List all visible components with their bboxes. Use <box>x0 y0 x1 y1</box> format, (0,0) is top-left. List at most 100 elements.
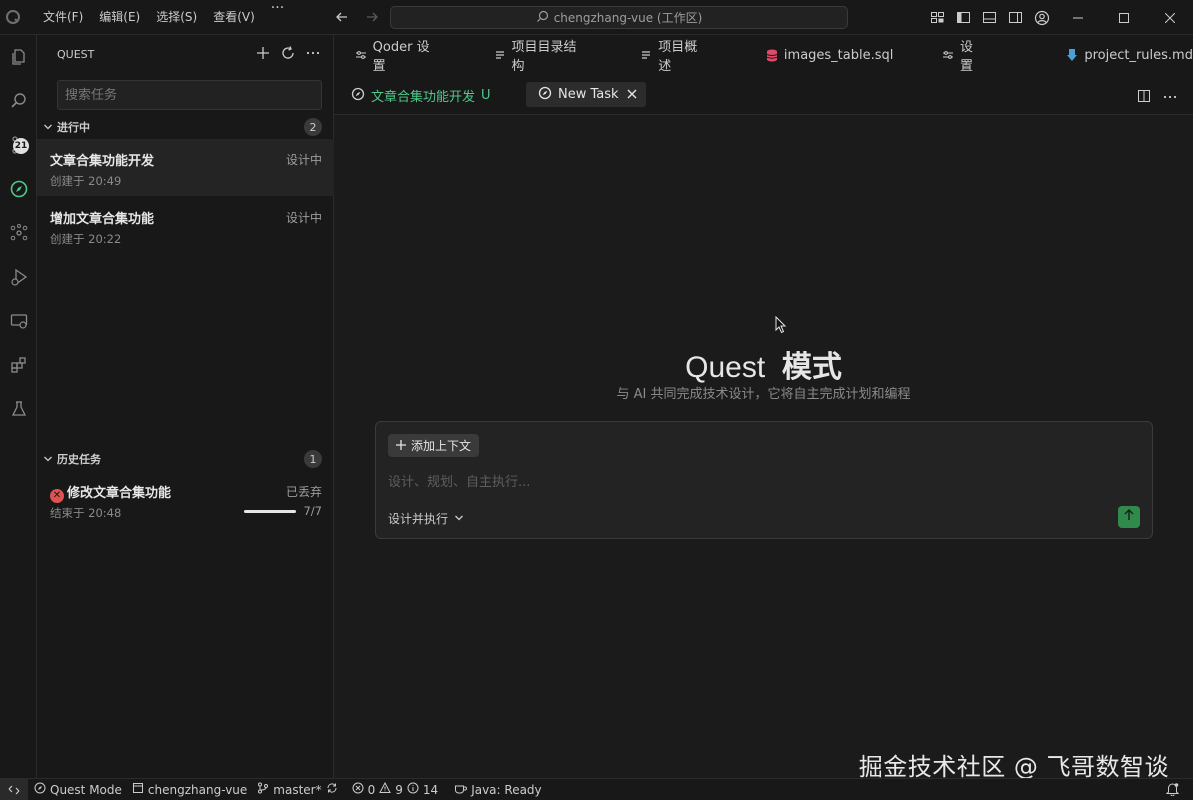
info-circle-icon <box>407 782 419 797</box>
menu-selection[interactable]: 选择(S) <box>148 0 205 35</box>
tab-project-structure[interactable]: 项目目录结构 <box>493 35 588 75</box>
send-button[interactable] <box>1118 506 1140 528</box>
task-title: 修改文章合集功能 <box>67 486 172 501</box>
task-progress-bar <box>244 510 296 513</box>
back-arrow-icon[interactable] <box>333 8 351 26</box>
database-icon <box>765 48 779 62</box>
extensions-icon[interactable] <box>0 345 37 385</box>
editor-more-icon[interactable] <box>1163 89 1177 107</box>
source-control-badge: 21 <box>13 138 29 154</box>
command-center[interactable]: chengzhang-vue (工作区) <box>390 6 848 29</box>
arrow-up-icon <box>1124 509 1134 525</box>
toggle-primary-sidebar-icon[interactable] <box>954 8 973 27</box>
navigation-arrows <box>333 8 381 26</box>
sidebar-title: QUEST <box>57 48 95 61</box>
project-label: chengzhang-vue <box>147 782 248 797</box>
menu-file[interactable]: 文件(F) <box>35 0 91 35</box>
testing-flask-icon[interactable] <box>0 389 37 429</box>
tab-settings[interactable]: 设置 <box>941 35 985 75</box>
quest-mode-label: Quest Mode <box>50 782 122 797</box>
branch-status[interactable]: master* <box>257 782 337 797</box>
quest-mode-status[interactable]: Quest Mode <box>34 782 122 797</box>
remote-explorer-icon[interactable] <box>0 301 37 341</box>
add-context-label: 添加上下文 <box>411 439 472 453</box>
tab-label: 文章合集功能开发 <box>371 90 476 105</box>
run-debug-icon[interactable] <box>0 257 37 297</box>
remote-indicator-icon[interactable] <box>0 778 28 800</box>
quest-mode-subtitle: 与 AI 共同完成技术设计，它将自主完成计划和编程 <box>616 387 911 402</box>
task-search-input[interactable] <box>57 80 322 110</box>
notification-bell-icon[interactable] <box>1165 782 1180 799</box>
task-status: 设计中 <box>285 153 322 167</box>
warnings-count: 9 <box>395 782 403 797</box>
execution-mode-dropdown[interactable]: 设计并执行 <box>388 510 464 527</box>
editor-tabs-row-2: 文章合集功能开发 U New Task <box>334 75 1193 115</box>
forward-arrow-icon[interactable] <box>363 8 381 26</box>
java-status[interactable]: Java: Ready <box>454 782 542 797</box>
menu-view[interactable]: 查看(V) <box>205 0 263 35</box>
plus-icon <box>396 439 406 453</box>
minimize-icon[interactable] <box>1055 0 1101 35</box>
history-task-item[interactable]: ✕ 修改文章合集功能 已丢弃 结束于 20:48 7/7 <box>37 471 334 528</box>
toggle-panel-icon[interactable] <box>980 8 999 27</box>
activity-bar: 21 <box>0 35 37 778</box>
source-control-icon[interactable]: 21 <box>0 125 37 165</box>
quest-view-icon[interactable] <box>0 169 37 209</box>
task-ended-time: 结束于 20:48 <box>50 506 122 520</box>
tab-label: 项目概述 <box>658 40 698 74</box>
mouse-cursor-icon <box>775 315 787 338</box>
mode-label: 设计并执行 <box>388 512 449 526</box>
close-window-icon[interactable] <box>1147 0 1193 35</box>
search-view-icon[interactable] <box>0 81 37 121</box>
sync-icon[interactable] <box>326 782 338 797</box>
settings-sliders-icon <box>941 48 955 62</box>
toggle-secondary-sidebar-icon[interactable] <box>1006 8 1025 27</box>
tab-images-table-sql[interactable]: images_table.sql <box>765 35 893 75</box>
tab-label: Qoder 设置 <box>372 40 430 74</box>
split-editor-icon[interactable] <box>1137 89 1151 107</box>
task-prompt-input[interactable] <box>388 472 1128 492</box>
menu-more-button[interactable]: ··· <box>263 0 292 35</box>
task-item[interactable]: 增加文章合集功能 设计中 创建于 20:22 <box>37 197 334 254</box>
chevron-down-icon <box>41 452 55 466</box>
sidebar-actions <box>255 45 321 61</box>
tab-label: New Task <box>558 87 619 102</box>
coffee-cup-icon <box>454 782 468 797</box>
project-status[interactable]: chengzhang-vue <box>132 782 247 797</box>
task-item[interactable]: 文章合集功能开发 设计中 创建于 20:49 <box>37 139 334 196</box>
tab-project-overview[interactable]: 项目概述 <box>640 35 709 75</box>
tab-new-task[interactable]: New Task <box>526 82 646 107</box>
tab-quest-task[interactable]: 文章合集功能开发 U <box>351 83 491 108</box>
menu-edit[interactable]: 编辑(E) <box>91 0 148 35</box>
hero-bold: 模式 <box>781 351 842 384</box>
task-title: 文章合集功能开发 <box>50 154 155 169</box>
in-progress-count-badge: 2 <box>304 118 322 136</box>
app-window: 文件(F) 编辑(E) 选择(S) 查看(V) ··· chengzhang-v… <box>0 0 1193 800</box>
graph-view-icon[interactable] <box>0 213 37 253</box>
new-task-plus-icon[interactable] <box>255 45 271 61</box>
maximize-icon[interactable] <box>1101 0 1147 35</box>
add-context-button[interactable]: 添加上下文 <box>388 434 480 457</box>
history-section-header[interactable]: 历史任务 1 <box>37 448 334 470</box>
editor-actions <box>1137 89 1177 107</box>
editor-tabs-row-1: Qoder 设置 项目目录结构 项目概述 images_table.sql 设置… <box>334 35 1193 75</box>
explorer-icon[interactable] <box>0 37 37 77</box>
tab-project-rules[interactable]: project_rules.md <box>1065 35 1193 75</box>
hero-word: Quest <box>685 351 766 384</box>
history-task-title-wrap: ✕ 修改文章合集功能 <box>50 482 171 503</box>
refresh-icon[interactable] <box>280 45 296 61</box>
close-tab-icon[interactable] <box>625 87 639 101</box>
chevron-down-icon <box>454 512 464 526</box>
document-lines-icon <box>640 48 654 62</box>
git-branch-icon <box>257 782 269 797</box>
errors-count: 0 <box>367 782 376 797</box>
task-status: 已丢弃 <box>285 485 322 499</box>
tab-qoder-settings[interactable]: Qoder 设置 <box>354 35 441 75</box>
more-actions-icon[interactable] <box>305 45 321 61</box>
in-progress-section-header[interactable]: 进行中 2 <box>37 116 334 138</box>
customize-layout-icon[interactable] <box>928 8 947 27</box>
task-title: 增加文章合集功能 <box>50 212 155 227</box>
history-count-badge: 1 <box>304 450 322 468</box>
problems-status[interactable]: 0 9 14 <box>352 781 438 797</box>
account-icon[interactable] <box>1032 8 1051 27</box>
